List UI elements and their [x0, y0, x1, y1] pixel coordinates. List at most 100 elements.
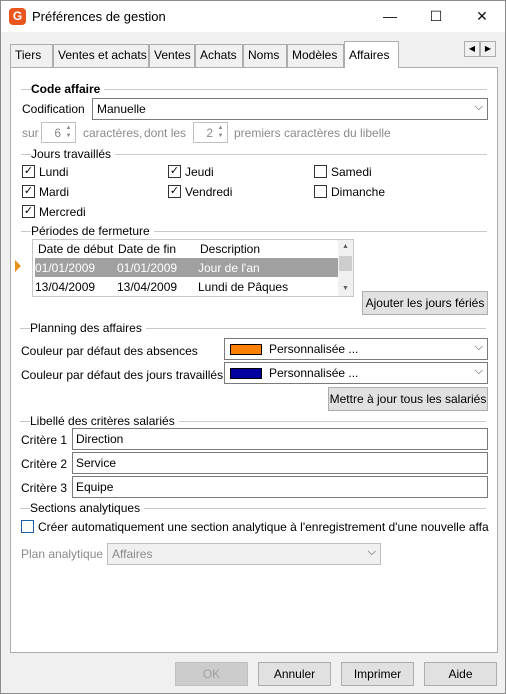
vendredi-checkbox[interactable]: ✓ — [168, 185, 181, 198]
jeudi-checkbox[interactable]: ✓ — [168, 165, 181, 178]
tab-modeles[interactable]: Modèles — [287, 44, 344, 67]
tab-ventes-et-achats[interactable]: Ventes et achats — [53, 44, 149, 67]
imprimer-button[interactable]: Imprimer — [341, 662, 414, 686]
dimanche-label: Dimanche — [331, 185, 386, 199]
tab-ventes[interactable]: Ventes — [149, 44, 195, 67]
tab-label: Affaires — [349, 48, 390, 62]
cell-description: Jour de l'an — [198, 261, 260, 275]
critere-1-input[interactable]: Direction — [72, 428, 488, 450]
tab-noms[interactable]: Noms — [243, 44, 287, 67]
cell-description: Lundi de Pâques — [198, 280, 289, 294]
periodes-table[interactable]: Date de début Date de fin Description 01… — [32, 239, 354, 297]
absences-color-select[interactable]: Personnalisée ... ⌵ — [224, 338, 488, 360]
sur-label: sur — [22, 126, 39, 140]
critere-3-label: Critère 3 — [21, 481, 68, 495]
absences-color-value: Personnalisée ... — [269, 342, 359, 356]
close-button[interactable]: ✕ — [459, 1, 505, 32]
scroll-down-icon[interactable]: ▼ — [338, 282, 353, 296]
tab-affaires[interactable]: Affaires — [344, 41, 399, 68]
vendredi-label: Vendredi — [185, 185, 233, 199]
preferences-window: G Préférences de gestion — ☐ ✕ Tiers Ven… — [0, 0, 506, 694]
plan-analytique-value: Affaires — [112, 547, 153, 561]
window-title: Préférences de gestion — [32, 9, 166, 24]
annuler-button[interactable]: Annuler — [258, 662, 331, 686]
jeudi-label: Jeudi — [185, 165, 214, 179]
plan-analytique-label: Plan analytique — [21, 547, 104, 561]
critere-1-label: Critère 1 — [21, 433, 68, 447]
planning-title: Planning des affaires — [30, 321, 146, 335]
ajouter-jours-feries-button[interactable]: Ajouter les jours fériés — [362, 291, 488, 315]
tab-label: Ventes et achats — [58, 48, 147, 62]
column-header-description[interactable]: Description — [200, 242, 260, 256]
table-scrollbar[interactable]: ▲ ▼ — [338, 240, 353, 296]
cell-fin: 01/01/2009 — [117, 261, 178, 275]
section-analytique-label: Créer automatiquement une section analyt… — [38, 520, 489, 534]
cell-fin: 13/04/2009 — [117, 280, 178, 294]
app-logo-icon: G — [9, 8, 26, 25]
chevron-down-icon: ⌵ — [474, 365, 483, 377]
scroll-up-icon[interactable]: ▲ — [338, 240, 353, 254]
absences-color-swatch — [230, 344, 262, 355]
critere-2-value: Service — [76, 456, 117, 470]
column-header-fin[interactable]: Date de fin — [118, 242, 176, 256]
table-row[interactable]: 13/04/2009 13/04/2009 Lundi de Pâques — [35, 277, 338, 296]
dont-les-label: dont les — [144, 126, 187, 140]
periodes-title: Périodes de fermeture — [31, 224, 154, 238]
critere-2-input[interactable]: Service — [72, 452, 488, 474]
aide-button[interactable]: Aide — [424, 662, 497, 686]
spinner-arrows-icon[interactable]: ▲ ▼ — [63, 124, 74, 141]
cell-debut: 13/04/2009 — [35, 280, 96, 294]
tab-scroll-left-icon[interactable]: ◀ — [464, 41, 480, 57]
section-analytique-checkbox[interactable] — [21, 520, 34, 533]
samedi-checkbox[interactable] — [314, 165, 327, 178]
tab-achats[interactable]: Achats — [195, 44, 243, 67]
codification-select[interactable]: Manuelle ⌵ — [92, 98, 488, 120]
code-affaire-title: Code affaire — [31, 82, 105, 96]
table-row[interactable]: 01/01/2009 01/01/2009 Jour de l'an — [35, 258, 338, 277]
spinner-arrows-icon[interactable]: ▲ ▼ — [215, 124, 226, 141]
mardi-checkbox[interactable]: ✓ — [22, 185, 35, 198]
cell-debut: 01/01/2009 — [35, 261, 96, 275]
tab-label: Noms — [248, 48, 280, 62]
critere-3-value: Equipe — [76, 480, 114, 494]
chevron-down-icon: ⌵ — [474, 341, 483, 353]
premiers-caracteres-label: premiers caractères du libelle — [234, 126, 391, 140]
prefix-value: 2 — [206, 126, 213, 140]
minimize-button[interactable]: — — [367, 1, 413, 32]
length-value: 6 — [54, 126, 61, 140]
chevron-down-icon: ⌵ — [367, 546, 376, 558]
codification-value: Manuelle — [97, 102, 146, 116]
analytique-title: Sections analytiques — [30, 501, 145, 515]
title-bar: G Préférences de gestion — ☐ ✕ — [1, 1, 505, 32]
dimanche-checkbox[interactable] — [314, 185, 327, 198]
mercredi-label: Mercredi — [39, 205, 86, 219]
mercredi-checkbox[interactable]: ✓ — [22, 205, 35, 218]
tab-label: Ventes — [154, 48, 191, 62]
samedi-label: Samedi — [331, 165, 372, 179]
scroll-thumb[interactable] — [339, 256, 352, 271]
tab-scroll-right-icon[interactable]: ▶ — [480, 41, 496, 57]
critere-1-value: Direction — [76, 432, 124, 446]
column-header-debut[interactable]: Date de début — [38, 242, 113, 256]
codification-label: Codification — [22, 102, 85, 116]
critere-2-label: Critère 2 — [21, 457, 68, 471]
tab-label: Modèles — [292, 48, 338, 62]
critere-3-input[interactable]: Equipe — [72, 476, 488, 498]
travailles-color-swatch — [230, 368, 262, 379]
row-pointer-icon — [15, 260, 21, 272]
caracteres-label: caractères, — [83, 126, 143, 140]
tab-label: Achats — [200, 48, 237, 62]
length-spinner[interactable]: 6 ▲ ▼ — [41, 122, 76, 143]
plan-analytique-select[interactable]: Affaires ⌵ — [107, 543, 381, 565]
travailles-color-select[interactable]: Personnalisée ... ⌵ — [224, 362, 488, 384]
travailles-color-value: Personnalisée ... — [269, 366, 359, 380]
chevron-down-icon: ⌵ — [474, 101, 483, 113]
tab-tiers[interactable]: Tiers — [10, 44, 53, 67]
tab-label: Tiers — [15, 48, 42, 62]
lundi-checkbox[interactable]: ✓ — [22, 165, 35, 178]
ok-button[interactable]: OK — [175, 662, 248, 686]
jours-title: Jours travaillés — [31, 147, 116, 161]
maximize-button[interactable]: ☐ — [413, 1, 459, 32]
prefix-spinner[interactable]: 2 ▲ ▼ — [193, 122, 228, 143]
mettre-a-jour-salaries-button[interactable]: Mettre à jour tous les salariés — [328, 387, 488, 411]
